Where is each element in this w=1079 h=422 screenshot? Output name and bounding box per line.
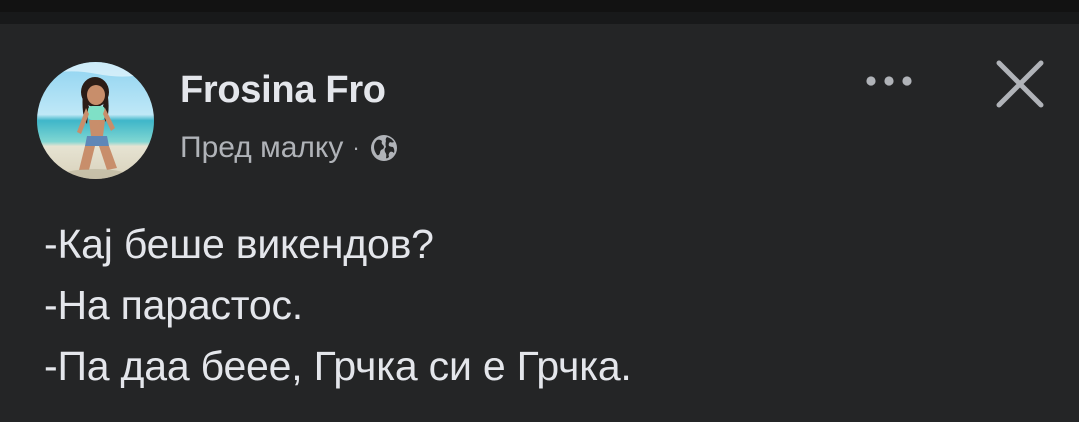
author-name[interactable]: Frosina Fro xyxy=(180,68,386,112)
more-options-button[interactable] xyxy=(858,64,920,98)
avatar[interactable] xyxy=(37,62,154,179)
post-text-line: -Па даа беее, Грчка си е Грчка. xyxy=(44,343,632,389)
post-text: -Кај беше викендов? -На парастос. -Па да… xyxy=(44,214,1044,397)
meta-separator: · xyxy=(352,135,360,160)
post-text-line: -Кај беше викендов? xyxy=(44,221,434,267)
close-icon xyxy=(996,60,1044,108)
avatar-image xyxy=(37,62,154,179)
globe-icon[interactable] xyxy=(368,132,400,164)
post-timestamp[interactable]: Пред малку xyxy=(180,130,343,166)
post-text-line: -На парастос. xyxy=(44,282,303,328)
top-bar-divider xyxy=(0,12,1079,24)
top-bar xyxy=(0,0,1079,12)
close-button[interactable] xyxy=(990,54,1050,114)
post-card: Frosina Fro Пред малку · -Кај беше викен… xyxy=(0,24,1079,422)
post-meta: Пред малку · xyxy=(180,130,400,166)
more-horizontal-icon xyxy=(866,76,912,86)
